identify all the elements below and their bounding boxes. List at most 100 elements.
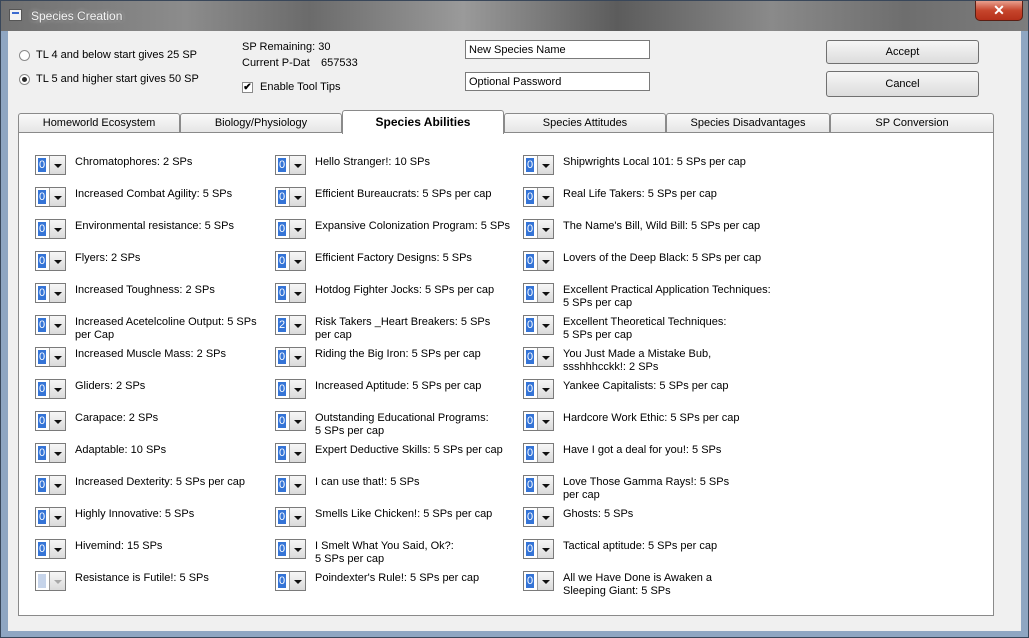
dropdown-arrow-icon[interactable] <box>537 380 553 398</box>
dropdown-arrow-icon[interactable] <box>289 476 305 494</box>
dropdown-arrow-icon[interactable] <box>289 348 305 366</box>
tooltips-checkbox-option[interactable]: ✔ Enable Tool Tips <box>242 81 341 93</box>
ability-level-dropdown[interactable]: 0 <box>523 571 554 591</box>
ability-level-dropdown[interactable]: 0 <box>275 379 306 399</box>
dropdown-arrow-icon[interactable] <box>49 156 65 174</box>
tab-biology-physiology[interactable]: Biology/Physiology <box>180 113 342 133</box>
ability-level-dropdown[interactable]: 0 <box>523 315 554 335</box>
ability-level-dropdown[interactable]: 0 <box>35 283 66 303</box>
ability-level-dropdown[interactable]: 0 <box>35 507 66 527</box>
tl4-radio-option[interactable]: TL 4 and below start gives 25 SP <box>19 49 197 61</box>
dropdown-arrow-icon[interactable] <box>49 572 65 590</box>
dropdown-arrow-icon[interactable] <box>537 252 553 270</box>
ability-level-dropdown[interactable]: 0 <box>523 475 554 495</box>
dropdown-arrow-icon[interactable] <box>289 188 305 206</box>
tl4-radio-button[interactable] <box>19 49 30 61</box>
ability-level-dropdown[interactable]: 0 <box>275 283 306 303</box>
dropdown-arrow-icon[interactable] <box>49 540 65 558</box>
close-button[interactable]: ✕ <box>975 1 1023 21</box>
dropdown-arrow-icon[interactable] <box>537 444 553 462</box>
ability-level-dropdown[interactable]: 0 <box>523 219 554 239</box>
dropdown-arrow-icon[interactable] <box>49 348 65 366</box>
ability-level-dropdown[interactable]: 0 <box>35 411 66 431</box>
ability-level-dropdown[interactable]: 0 <box>35 379 66 399</box>
dropdown-arrow-icon[interactable] <box>49 220 65 238</box>
dropdown-arrow-icon[interactable] <box>537 284 553 302</box>
ability-level-dropdown[interactable]: 2 <box>275 315 306 335</box>
ability-level-dropdown[interactable]: 0 <box>275 347 306 367</box>
ability-level-dropdown[interactable]: 0 <box>35 219 66 239</box>
ability-level-dropdown[interactable]: 0 <box>275 187 306 207</box>
ability-level-dropdown[interactable]: 0 <box>35 571 66 591</box>
ability-level-dropdown[interactable]: 0 <box>523 187 554 207</box>
ability-level-dropdown[interactable]: 0 <box>275 219 306 239</box>
dropdown-arrow-icon[interactable] <box>49 252 65 270</box>
ability-level-dropdown[interactable]: 0 <box>523 251 554 271</box>
dropdown-arrow-icon[interactable] <box>289 540 305 558</box>
ability-level-dropdown[interactable]: 0 <box>275 155 306 175</box>
dropdown-arrow-icon[interactable] <box>537 540 553 558</box>
dropdown-arrow-icon[interactable] <box>537 220 553 238</box>
tab-sp-conversion[interactable]: SP Conversion <box>830 113 994 133</box>
dropdown-arrow-icon[interactable] <box>49 412 65 430</box>
cancel-button[interactable]: Cancel <box>826 71 979 97</box>
tab-homeworld-ecosystem[interactable]: Homeworld Ecosystem <box>18 113 180 133</box>
password-input[interactable] <box>465 72 650 91</box>
ability-level-dropdown[interactable]: 0 <box>275 539 306 559</box>
ability-level-dropdown[interactable]: 0 <box>523 379 554 399</box>
dropdown-arrow-icon[interactable] <box>537 572 553 590</box>
dropdown-arrow-icon[interactable] <box>537 508 553 526</box>
ability-level-dropdown[interactable]: 0 <box>523 155 554 175</box>
dropdown-arrow-icon[interactable] <box>537 316 553 334</box>
dropdown-arrow-icon[interactable] <box>49 476 65 494</box>
tl5-radio-option[interactable]: TL 5 and higher start gives 50 SP <box>19 73 199 85</box>
dropdown-arrow-icon[interactable] <box>49 188 65 206</box>
tl5-radio-button[interactable] <box>19 73 30 85</box>
ability-level-dropdown[interactable]: 0 <box>35 475 66 495</box>
dropdown-arrow-icon[interactable] <box>289 220 305 238</box>
ability-level-dropdown[interactable]: 0 <box>35 315 66 335</box>
ability-level-dropdown[interactable]: 0 <box>35 443 66 463</box>
dropdown-arrow-icon[interactable] <box>289 572 305 590</box>
ability-level-dropdown[interactable]: 0 <box>35 347 66 367</box>
dropdown-arrow-icon[interactable] <box>537 348 553 366</box>
ability-level-dropdown[interactable]: 0 <box>523 539 554 559</box>
dropdown-arrow-icon[interactable] <box>537 156 553 174</box>
ability-level-dropdown[interactable]: 0 <box>35 155 66 175</box>
dropdown-arrow-icon[interactable] <box>289 284 305 302</box>
dropdown-arrow-icon[interactable] <box>537 412 553 430</box>
ability-level-dropdown[interactable]: 0 <box>523 347 554 367</box>
ability-level-dropdown[interactable]: 0 <box>35 187 66 207</box>
dropdown-arrow-icon[interactable] <box>289 508 305 526</box>
ability-level-dropdown[interactable]: 0 <box>523 443 554 463</box>
ability-level-dropdown[interactable]: 0 <box>275 571 306 591</box>
dropdown-arrow-icon[interactable] <box>289 316 305 334</box>
dropdown-arrow-icon[interactable] <box>49 508 65 526</box>
tab-species-disadvantages[interactable]: Species Disadvantages <box>666 113 830 133</box>
dropdown-arrow-icon[interactable] <box>49 380 65 398</box>
ability-level-dropdown[interactable]: 0 <box>275 507 306 527</box>
tab-species-abilities[interactable]: Species Abilities <box>342 110 504 134</box>
dropdown-arrow-icon[interactable] <box>49 316 65 334</box>
dropdown-arrow-icon[interactable] <box>289 252 305 270</box>
dropdown-arrow-icon[interactable] <box>289 380 305 398</box>
dropdown-arrow-icon[interactable] <box>289 444 305 462</box>
tab-species-attitudes[interactable]: Species Attitudes <box>504 113 666 133</box>
ability-level-dropdown[interactable]: 0 <box>523 283 554 303</box>
accept-button[interactable]: Accept <box>826 40 979 64</box>
ability-level-dropdown[interactable]: 0 <box>35 251 66 271</box>
dropdown-arrow-icon[interactable] <box>289 156 305 174</box>
title-bar[interactable]: Species Creation <box>1 1 1028 31</box>
ability-level-dropdown[interactable]: 0 <box>275 411 306 431</box>
ability-level-dropdown[interactable]: 0 <box>35 539 66 559</box>
tooltips-checkbox[interactable]: ✔ <box>242 81 253 93</box>
ability-level-dropdown[interactable]: 0 <box>275 475 306 495</box>
dropdown-arrow-icon[interactable] <box>49 284 65 302</box>
dropdown-arrow-icon[interactable] <box>537 188 553 206</box>
species-name-input[interactable] <box>465 40 650 59</box>
ability-level-dropdown[interactable]: 0 <box>275 251 306 271</box>
ability-level-dropdown[interactable]: 0 <box>523 507 554 527</box>
ability-level-dropdown[interactable]: 0 <box>275 443 306 463</box>
dropdown-arrow-icon[interactable] <box>289 412 305 430</box>
dropdown-arrow-icon[interactable] <box>537 476 553 494</box>
